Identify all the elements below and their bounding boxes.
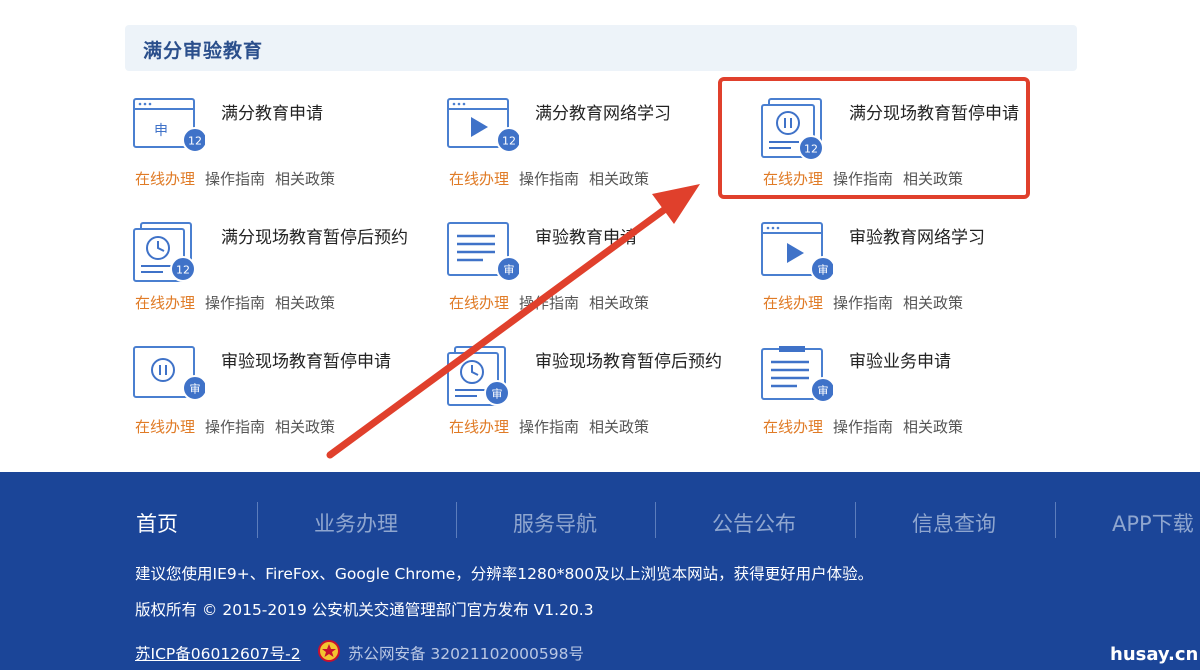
nav-info-query[interactable]: 信息查询 <box>912 508 996 538</box>
nav-divider <box>456 502 457 538</box>
nav-app-download[interactable]: APP下载 <box>1112 508 1194 538</box>
nav-service-guide[interactable]: 服务导航 <box>513 508 597 538</box>
icp-link[interactable]: 苏ICP备06012607号-2 <box>135 642 301 664</box>
police-record-link[interactable]: 苏公网安备 32021102000598号 <box>348 642 584 664</box>
police-badge-icon <box>318 640 340 662</box>
footer: 首页 业务办理 服务导航 公告公布 信息查询 APP下载 建议您使用IE9+、F… <box>0 472 1200 670</box>
watermark: husay.cn <box>1110 644 1199 665</box>
nav-divider <box>257 502 258 538</box>
nav-divider <box>655 502 656 538</box>
nav-announcements[interactable]: 公告公布 <box>712 508 796 538</box>
browser-notice: 建议您使用IE9+、FireFox、Google Chrome，分辨率1280*… <box>135 565 874 583</box>
footer-nav: 首页 业务办理 服务导航 公告公布 信息查询 APP下载 <box>0 502 1200 542</box>
nav-business[interactable]: 业务办理 <box>314 508 398 538</box>
nav-divider <box>1055 502 1056 538</box>
nav-home[interactable]: 首页 <box>136 508 178 538</box>
copyright-text: 版权所有 © 2015-2019 公安机关交通管理部门官方发布 V1.20.3 <box>135 601 594 619</box>
nav-divider <box>855 502 856 538</box>
